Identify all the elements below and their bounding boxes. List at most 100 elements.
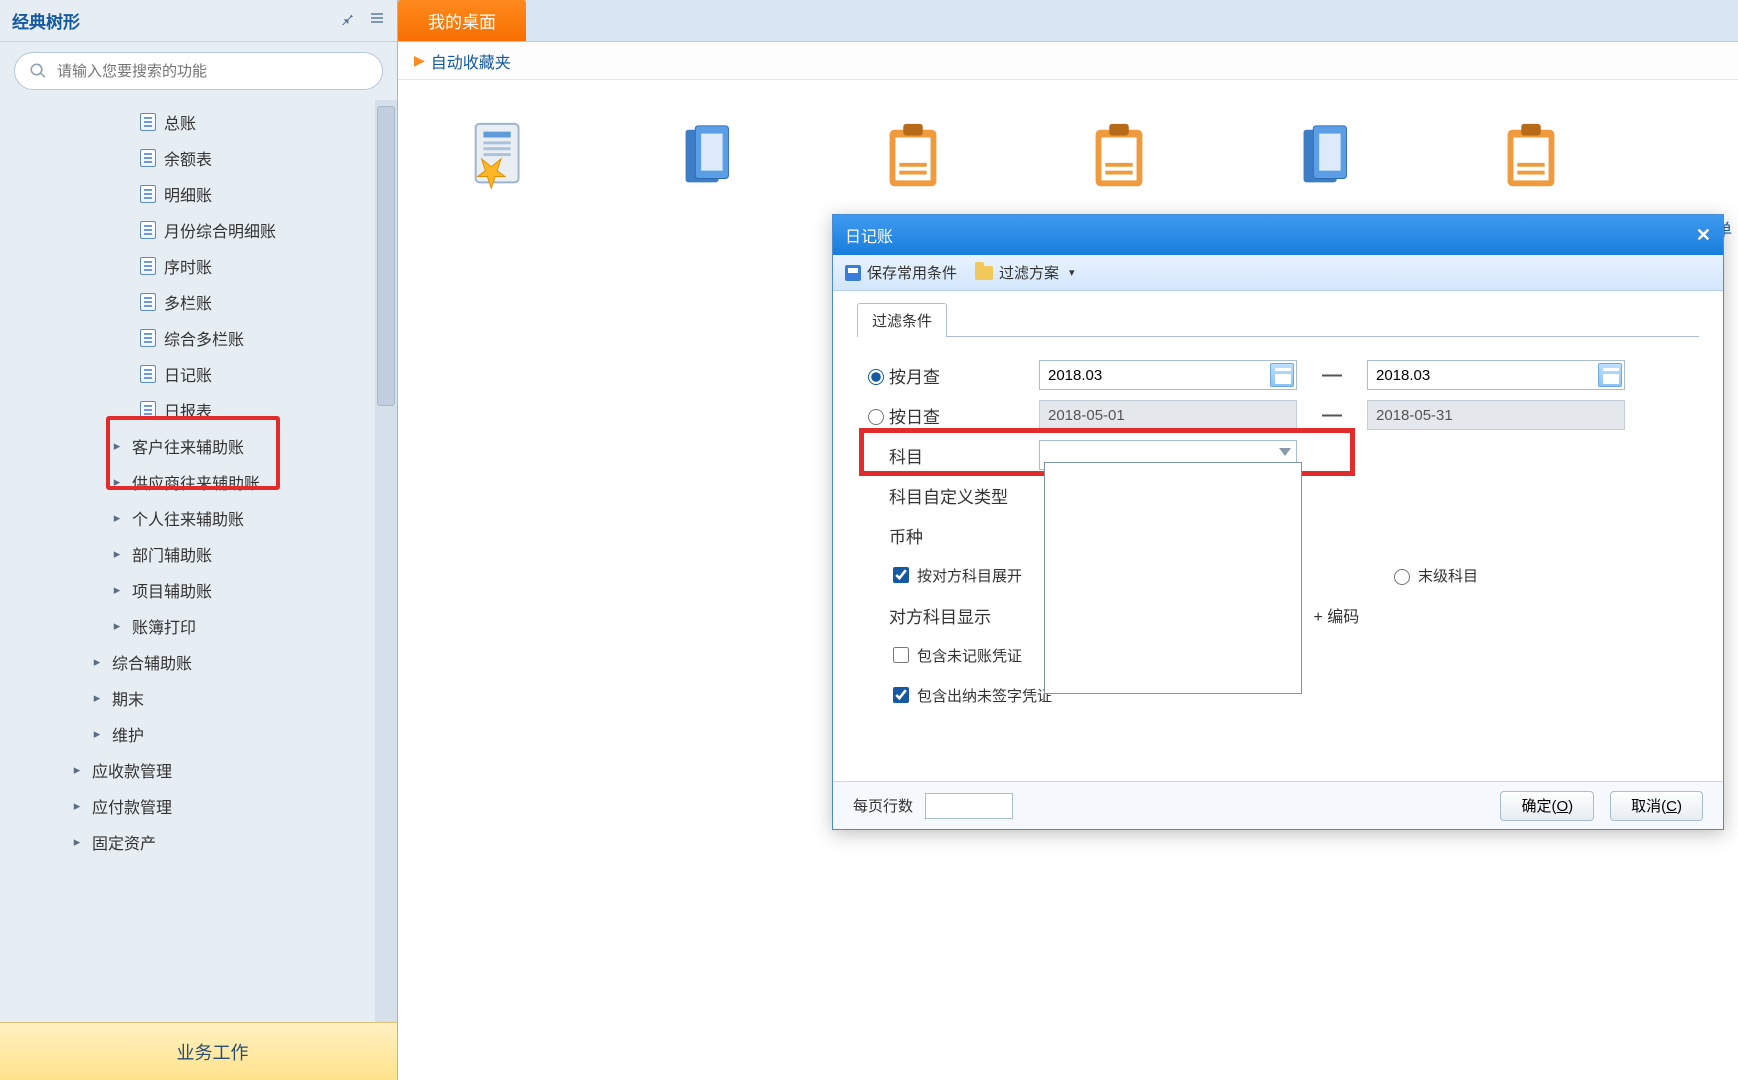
favorites-bar[interactable]: ▶ 自动收藏夹 [398,42,1738,80]
sidebar-bottom-label: 业务工作 [177,1039,249,1065]
chevron-down-icon[interactable] [1279,448,1291,456]
caret-right-icon: ▶ [414,52,425,69]
check-unsigned-label: 包含出纳未签字凭证 [917,685,1052,706]
tree-item-8[interactable]: 日报表 [0,392,397,428]
caret-right-icon: ▸ [110,510,124,526]
tree-item-label: 月份综合明细账 [164,218,276,242]
tree-item-label: 综合多栏账 [164,326,244,350]
tree-item-19[interactable]: ▸应付款管理 [0,788,397,824]
caret-right-icon: ▸ [90,654,104,670]
calendar-icon[interactable] [1598,363,1622,387]
tree-item-6[interactable]: 综合多栏账 [0,320,397,356]
radio-by-day[interactable] [868,409,884,425]
ok-button[interactable]: 确定(O) [1500,791,1594,821]
cancel-button[interactable]: 取消(C) [1610,791,1703,821]
tree-item-12[interactable]: ▸部门辅助账 [0,536,397,572]
tree-item-17[interactable]: ▸维护 [0,716,397,752]
checkbox-unsigned[interactable] [893,687,909,703]
dialog-body: 过滤条件 按月查 — [833,291,1723,781]
month-from-field[interactable] [1039,360,1297,390]
checkbox-unposted[interactable] [893,647,909,663]
checkbox-expand[interactable] [893,567,909,583]
tree-item-label: 日报表 [164,398,212,422]
tab-desktop[interactable]: 我的桌面 [398,0,526,41]
tree-item-1[interactable]: 余额表 [0,140,397,176]
range-separator: — [1297,404,1367,427]
rows-per-page-input[interactable] [925,793,1013,819]
menu-icon[interactable] [369,10,385,31]
tree-item-label: 多栏账 [164,290,212,314]
filter-plan-label: 过滤方案 [999,262,1059,283]
search-icon [29,62,47,80]
tree-item-10[interactable]: ▸ 供应商往来辅助账 [0,464,397,500]
tree-item-18[interactable]: ▸ 应收款管理 [0,752,397,788]
caret-right-icon: ▸ [70,762,84,778]
desktop-icon-doc-star[interactable] [458,114,544,200]
save-condition-button[interactable]: 保存常用条件 [845,262,957,283]
tree-item-15[interactable]: ▸ 综合辅助账 [0,644,397,680]
main-tabbar: 我的桌面 [398,0,1738,42]
tree-scrollbar-track[interactable] [375,100,397,1080]
tree-item-label: 应收款管理 [92,758,172,782]
workbook-icon [149,1042,167,1062]
tree-item-7[interactable]: 日记账 [0,356,397,392]
tree-item-13[interactable]: ▸项目辅助账 [0,572,397,608]
desktop-icon-clipboard-3[interactable] [1488,114,1574,200]
desktop-icon-books[interactable] [664,114,750,200]
search-input[interactable] [55,62,368,81]
tree-item-3[interactable]: 月份综合明细账 [0,212,397,248]
tree-item-label: 总账 [164,110,196,134]
tree-item-label: 供应商往来辅助账 [132,470,260,494]
subject-dropdown-panel[interactable] [1044,462,1302,694]
main-area: 我的桌面 ▶ 自动收藏夹 购单 日记账 ✕ [398,0,1738,1080]
tree-item-16[interactable]: ▸期末 [0,680,397,716]
tree-item-5[interactable]: 多栏账 [0,284,397,320]
month-to-input[interactable] [1367,360,1625,390]
tab-filter-conditions[interactable]: 过滤条件 [857,303,947,337]
caret-right-icon: ▸ [70,834,84,850]
tree-item-20[interactable]: ▸固定资产 [0,824,397,860]
month-from-input[interactable] [1039,360,1297,390]
label-by-month: 按月查 [889,363,1039,388]
tree-item-label: 部门辅助账 [132,542,212,566]
day-from-input [1039,400,1297,430]
sidebar-bottom-tab[interactable]: 业务工作 [0,1022,397,1080]
check-include-unsigned[interactable]: 包含出纳未签字凭证 [889,684,1052,706]
desktop-icon-clipboard-2[interactable] [1076,114,1162,200]
desktop-icon-books-2[interactable] [1282,114,1368,200]
calendar-icon[interactable] [1270,363,1294,387]
tree-item-0[interactable]: 总账 [0,104,397,140]
tree-item-label: 账簿打印 [132,614,196,638]
tree-item-14[interactable]: ▸账簿打印 [0,608,397,644]
radio-end-level[interactable]: 末级科目 [1389,565,1478,586]
nav-tree: 总账余额表明细账月份综合明细账序时账多栏账综合多栏账日记账日报表 ▸客户往来辅助账… [0,100,397,1080]
tree-item-label: 维护 [112,722,144,746]
tree-item-11[interactable]: ▸个人往来辅助账 [0,500,397,536]
tree-item-9[interactable]: ▸客户往来辅助账 [0,428,397,464]
check-include-unposted[interactable]: 包含未记账凭证 [889,644,1022,666]
label-by-day: 按日查 [889,403,1039,428]
pin-icon[interactable] [339,10,355,31]
day-from-field [1039,400,1297,430]
document-icon [140,257,156,275]
tree-item-4[interactable]: 序时账 [0,248,397,284]
tree-scrollbar-thumb[interactable] [377,106,395,406]
document-icon [140,293,156,311]
caret-right-icon: ▸ [110,474,124,490]
tree-item-label: 序时账 [164,254,212,278]
chevron-down-icon: ▾ [1069,266,1075,279]
month-to-field[interactable] [1367,360,1625,390]
filter-plan-button[interactable]: 过滤方案 ▾ [975,262,1075,283]
desktop-icon-row [398,80,1738,200]
tree-item-2[interactable]: 明细账 [0,176,397,212]
radio-by-month[interactable] [868,369,884,385]
close-icon[interactable]: ✕ [1696,225,1711,246]
radio-end-level-input[interactable] [1394,569,1410,585]
favorites-label: 自动收藏夹 [431,49,511,73]
sidebar-title: 经典树形 [12,8,80,33]
opposite-suffix: + 编码 [1309,609,1359,626]
desktop-icon-clipboard-1[interactable] [870,114,956,200]
dialog-titlebar: 日记账 ✕ [833,215,1723,255]
sidebar-search[interactable] [14,52,383,90]
tree-item-label: 综合辅助账 [112,650,192,674]
